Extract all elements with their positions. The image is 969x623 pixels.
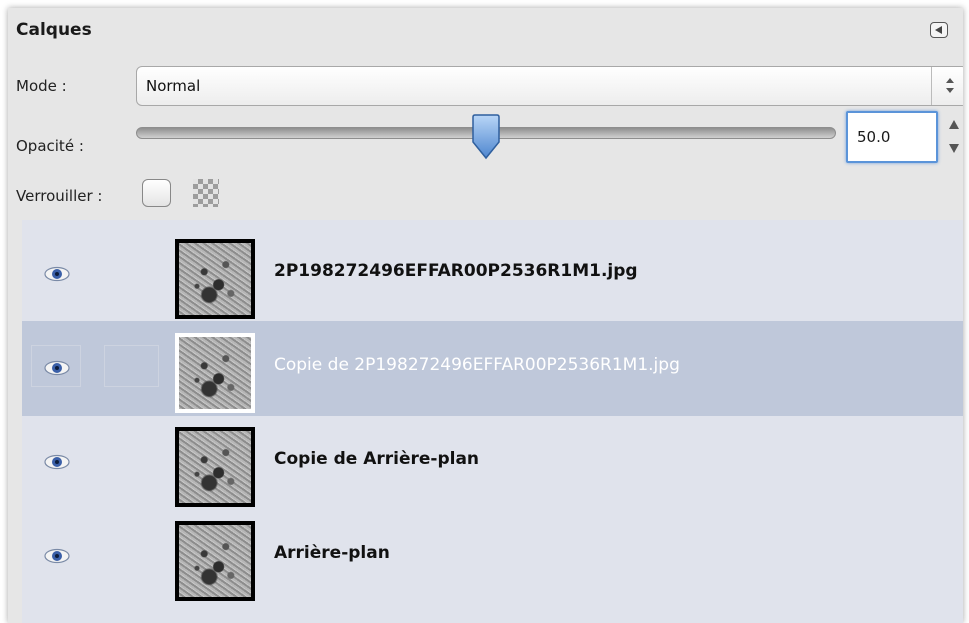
layer-name: 2P198272496EFFAR00P2536R1M1.jpg bbox=[274, 261, 638, 281]
spin-down-icon[interactable] bbox=[949, 144, 959, 153]
layer-thumbnail bbox=[175, 427, 255, 507]
layer-row[interactable]: 2P198272496EFFAR00P2536R1M1.jpg bbox=[22, 227, 963, 322]
layer-row-selected[interactable]: Copie de 2P198272496EFFAR00P2536R1M1.jpg bbox=[22, 321, 963, 416]
mode-select[interactable]: Normal bbox=[136, 66, 963, 106]
opacity-value-field[interactable]: 50.0 bbox=[846, 111, 938, 163]
layer-row[interactable]: Arrière-plan bbox=[22, 509, 963, 604]
eye-icon[interactable] bbox=[44, 360, 70, 376]
eye-icon[interactable] bbox=[44, 454, 70, 470]
lock-label: Verrouiller : bbox=[16, 187, 103, 205]
opacity-label: Opacité : bbox=[16, 137, 84, 155]
eye-icon[interactable] bbox=[44, 266, 70, 282]
layers-list: 2P198272496EFFAR00P2536R1M1.jpg Copie de… bbox=[22, 220, 963, 623]
panel-title: Calques bbox=[16, 20, 92, 40]
mode-label: Mode : bbox=[16, 77, 67, 95]
collapse-left-icon[interactable] bbox=[930, 22, 948, 38]
checkerboard-icon[interactable] bbox=[193, 179, 219, 207]
layer-thumbnail bbox=[175, 239, 255, 319]
opacity-slider-thumb[interactable] bbox=[469, 114, 503, 160]
layer-thumbnail bbox=[175, 521, 255, 601]
spin-up-icon[interactable] bbox=[949, 120, 959, 129]
layer-thumbnail bbox=[175, 333, 255, 413]
lock-pixels-toggle[interactable] bbox=[142, 179, 171, 207]
layer-name: Copie de 2P198272496EFFAR00P2536R1M1.jpg bbox=[274, 355, 680, 375]
mode-value: Normal bbox=[146, 77, 201, 95]
layer-row[interactable]: Copie de Arrière-plan bbox=[22, 415, 963, 510]
eye-icon[interactable] bbox=[44, 548, 70, 564]
layer-name: Arrière-plan bbox=[274, 543, 390, 563]
updown-arrows-icon bbox=[931, 67, 963, 105]
layers-dock-panel: Calques Mode : Normal Opacité : 50.0 Ver… bbox=[8, 8, 963, 623]
layer-name: Copie de Arrière-plan bbox=[274, 449, 480, 469]
chain-link-cell[interactable] bbox=[104, 345, 159, 387]
